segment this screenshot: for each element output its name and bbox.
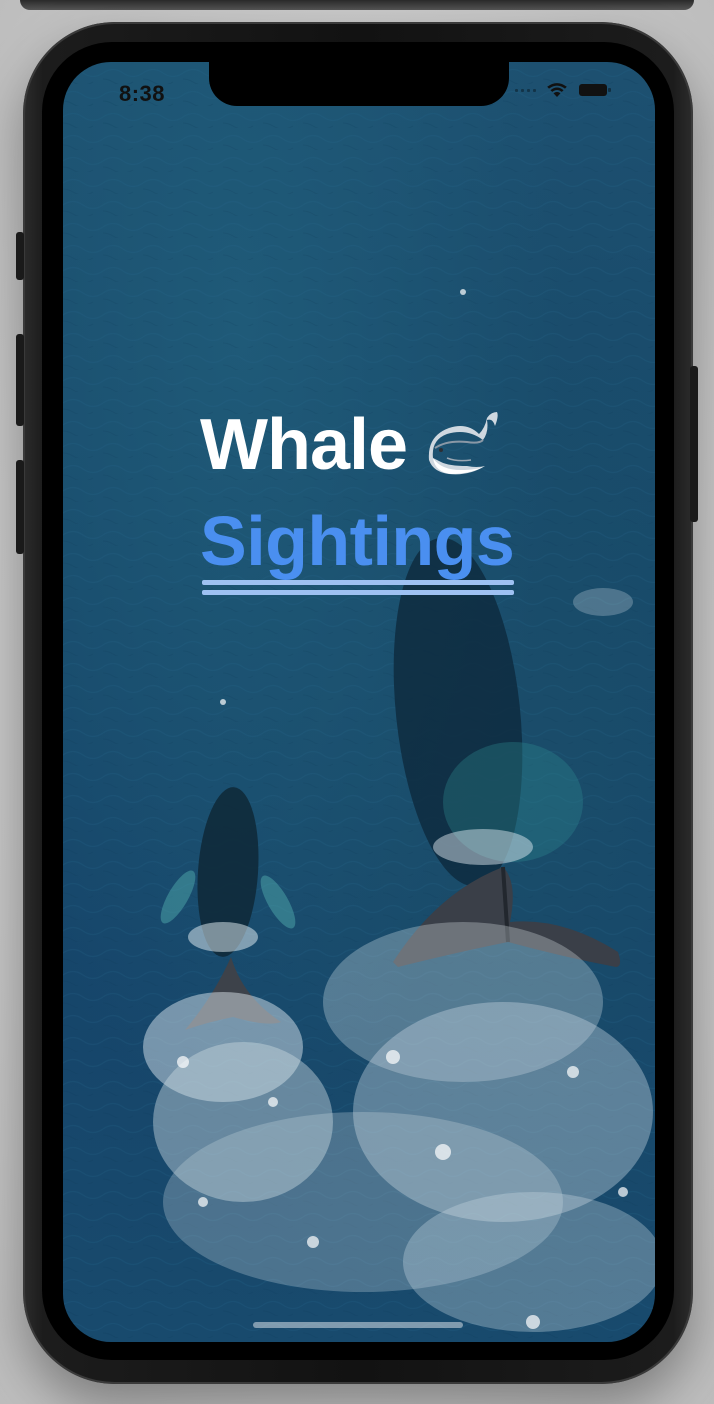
volume-down-button bbox=[16, 460, 24, 554]
whale-emoji-icon bbox=[428, 412, 498, 475]
small-whale-fin-right bbox=[260, 875, 296, 929]
title-whale-text: Whale bbox=[200, 405, 408, 485]
sightings-link-text: Sightings bbox=[200, 502, 515, 580]
app-title: Whale Sightings bbox=[200, 405, 530, 595]
home-indicator[interactable] bbox=[253, 1322, 463, 1328]
small-whale-fin-left bbox=[160, 870, 196, 924]
mute-switch bbox=[16, 232, 24, 280]
volume-up-button bbox=[16, 334, 24, 426]
status-time: 8:38 bbox=[119, 81, 166, 106]
cellular-signal-icon bbox=[515, 88, 536, 92]
app-screen bbox=[63, 62, 655, 1342]
window-edge bbox=[20, 0, 694, 10]
sightings-link[interactable]: Sightings bbox=[200, 501, 515, 595]
title-line-whale: Whale bbox=[200, 405, 530, 485]
device-stage: 8:38 Whale Sightings bbox=[0, 0, 714, 1404]
link-underline-bottom bbox=[202, 590, 515, 595]
battery-icon bbox=[579, 84, 611, 96]
link-underline-top bbox=[202, 580, 515, 585]
camera-notch bbox=[209, 62, 509, 106]
wifi-icon bbox=[547, 83, 567, 97]
power-button bbox=[690, 366, 698, 522]
status-icons bbox=[515, 82, 612, 98]
whales-illustration bbox=[143, 289, 655, 1332]
